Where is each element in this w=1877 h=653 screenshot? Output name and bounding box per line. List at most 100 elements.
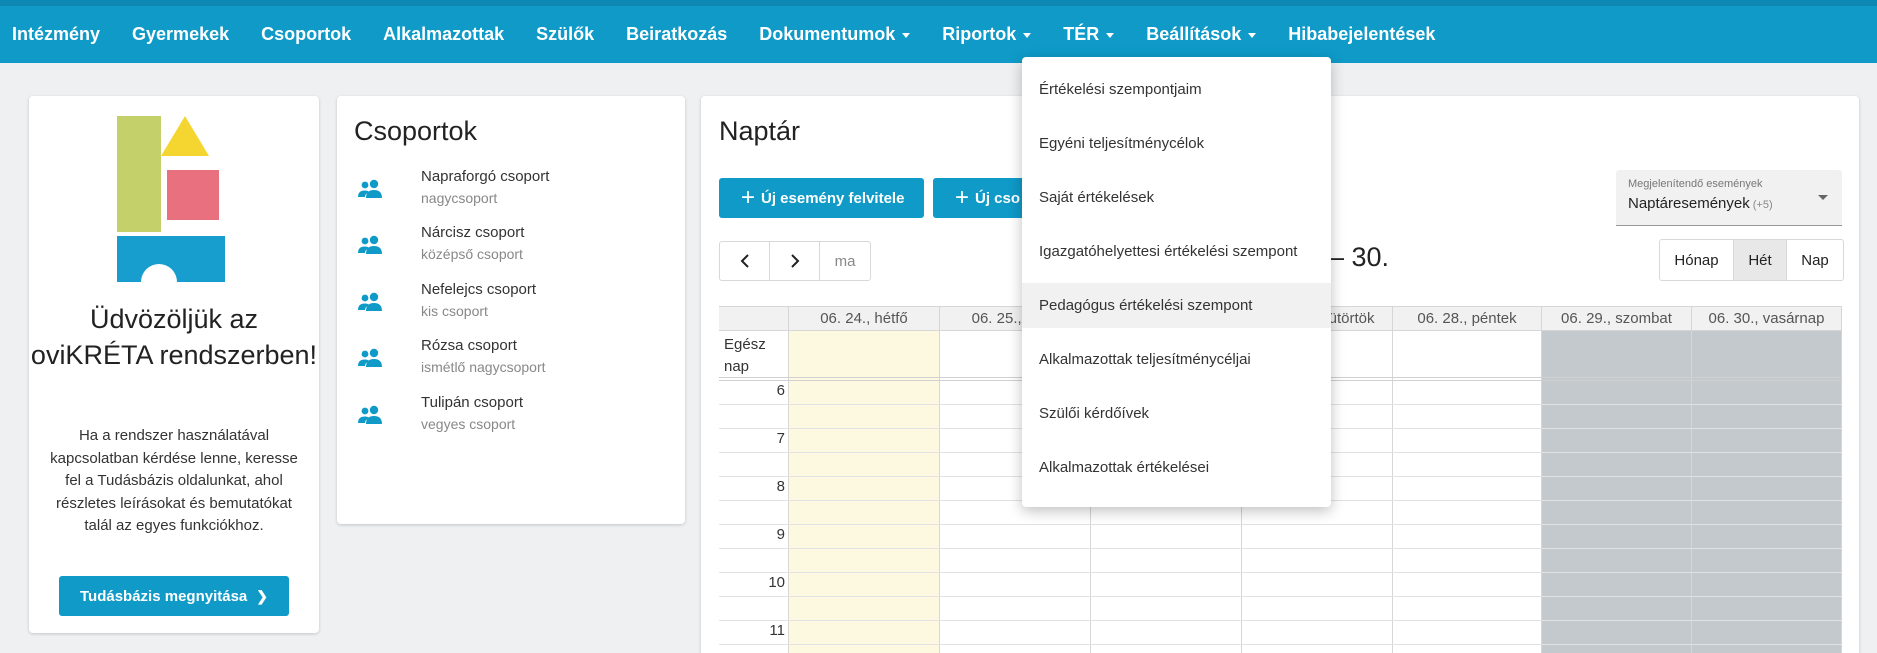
nav-item-alkalmazottak[interactable]: Alkalmazottak [367,24,520,45]
group-type: nagycsoport [421,190,498,206]
week-view-button[interactable]: Hét [1734,240,1787,280]
grid-line [719,644,1842,645]
group-icon [358,405,382,424]
nav-item-riportok[interactable]: Riportok [926,24,1047,45]
dropdown-item-sajat-ertekelesek[interactable]: Saját értékelések [1022,175,1331,220]
chevron-right-icon [790,254,799,268]
previous-week-button[interactable] [720,242,770,280]
day-header[interactable]: 06. 30., vasárnap [1692,307,1842,331]
month-view-button[interactable]: Hónap [1660,240,1734,280]
nav-item-label: Beállítások [1146,24,1242,44]
dropdown-item-alkalmazottak-teljesitmenyceljai[interactable]: Alkalmazottak teljesítménycéljai [1022,337,1331,382]
group-type: kis csoport [421,303,488,319]
group-item-narcisz-csoport[interactable]: Nárcisz csoport középső csoport [357,224,677,272]
grid-line [719,596,1842,597]
welcome-card: Üdvözöljük az oviKRÉTA rendszerben! Ha a… [29,96,319,633]
main-navigation: Intézmény Gyermekek Csoportok Alkalmazottak… [0,6,1877,63]
dropdown-item-egyeni-teljesitmenycelok[interactable]: Egyéni teljesítménycélok [1022,121,1331,166]
group-icon [358,179,382,198]
hour-label: 11 [769,622,785,639]
displayed-events-select[interactable]: Megjelenítendő események Naptáresemények… [1616,170,1842,226]
displayed-events-label: Megjelenítendő események [1628,178,1763,190]
group-name: Tulipán csoport [421,394,523,411]
time-column-header [719,307,789,331]
nav-item-label: Riportok [942,24,1017,44]
plus-icon: + [955,184,970,211]
chevron-right-icon: ❯ [256,587,268,604]
nav-item-beiratkozas[interactable]: Beiratkozás [610,24,743,45]
dropdown-item-szuloi-kerdoivek[interactable]: Szülői kérdőívek [1022,391,1331,436]
okreta-logo [117,116,225,282]
caret-down-icon [1106,33,1115,38]
new-event-button[interactable]: + Új esemény felvitele [719,178,924,218]
next-week-button[interactable] [770,242,820,280]
day-view-button[interactable]: Nap [1787,240,1843,280]
displayed-events-selected: Naptáresemények [1628,195,1750,212]
group-name: Nefelejcs csoport [421,281,537,298]
open-knowledge-base-button[interactable]: Tudásbázis megnyitása ❯ [59,576,289,616]
caret-down-icon [902,33,911,38]
nav-item-beallitasok[interactable]: Beállítások [1130,24,1272,45]
group-icon [358,235,382,254]
dropdown-item-ertekelesi-szempontjaim[interactable]: Értékelési szempontjaim [1022,67,1331,112]
group-type: ismétlő nagycsoport [421,359,546,375]
hour-label: 10 [768,574,785,591]
nav-item-label: Hibabejelentések [1288,24,1436,44]
group-item-napraforgo-csoport[interactable]: Napraforgó csoport nagycsoport [357,168,677,216]
group-item-tulipan-csoport[interactable]: Tulipán csoport vegyes csoport [357,394,677,442]
group-icon [358,348,382,367]
today-button[interactable]: ma [820,242,870,280]
all-day-label: Egész nap [724,336,766,375]
nav-item-szulok[interactable]: Szülők [520,24,610,45]
grid-line [719,572,1842,573]
hour-label: 6 [776,382,785,399]
nav-item-label: Gyermekek [132,24,230,44]
groups-card: Csoportok Napraforgó csoport nagycsoport N… [337,96,685,524]
nav-item-ter[interactable]: TÉR [1047,24,1130,45]
hour-label: 9 [776,526,785,543]
group-item-rozsa-csoport[interactable]: Rózsa csoport ismétlő nagycsoport [357,337,677,385]
nav-item-label: Szülők [536,24,595,44]
dropdown-item-igazgatohelyettesi-ertekelesi-szempont[interactable]: Igazgatóhelyettesi értékelési szempont [1022,229,1331,274]
displayed-events-value: Naptáresemények (+5) [1628,195,1773,212]
new-event-label: Új esemény felvitele [761,189,905,207]
group-name: Napraforgó csoport [421,168,550,185]
new-group-event-label: Új cso [975,189,1021,207]
nav-item-dokumentumok[interactable]: Dokumentumok [743,24,926,45]
group-icon [358,292,382,311]
welcome-text: Ha a rendszer használatával kapcsolatban… [50,427,298,534]
grid-line [719,524,1842,525]
date-range-title: – 30. [1329,242,1390,272]
knowledge-base-button-label: Tudásbázis megnyitása [79,587,248,605]
nav-item-csoportok[interactable]: Csoportok [245,24,367,45]
group-item-nefelejcs-csoport[interactable]: Nefelejcs csoport kis csoport [357,281,677,329]
dropdown-item-alkalmazottak-ertekelesei[interactable]: Alkalmazottak értékelései [1022,445,1331,490]
caret-down-icon [1023,33,1032,38]
dropdown-arrow-icon [1818,195,1828,200]
group-name: Nárcisz csoport [421,224,525,241]
nav-item-label: Alkalmazottak [383,24,505,44]
grid-line [719,548,1842,549]
caret-down-icon [1248,33,1257,38]
day-header[interactable]: 06. 28., péntek [1393,307,1542,331]
day-header[interactable]: 06. 24., hétfő [789,307,940,331]
displayed-events-extra-count: (+5) [1752,199,1773,211]
nav-item-hibabejelentesek[interactable]: Hibabejelentések [1272,24,1451,45]
dropdown-item-pedagogus-ertekelesi-szempont[interactable]: Pedagógus értékelési szempont [1022,283,1331,328]
nav-item-intezmeny[interactable]: Intézmény [0,24,116,45]
hour-label: 7 [776,430,785,447]
nav-item-label: Intézmény [12,24,101,44]
nav-item-label: TÉR [1063,24,1100,44]
chevron-left-icon [740,254,749,268]
grid-line [719,620,1842,621]
nav-item-label: Csoportok [261,24,352,44]
view-switcher: Hónap Hét Nap [1659,239,1844,281]
group-type: középső csoport [421,246,523,262]
ter-dropdown-menu: Értékelési szempontjaim Egyéni teljesítmé… [1022,57,1331,507]
group-name: Rózsa csoport [421,337,517,354]
plus-icon: + [741,184,756,211]
day-header[interactable]: 06. 29., szombat [1542,307,1692,331]
groups-title: Csoportok [354,116,478,146]
calendar-title: Naptár [719,116,801,146]
nav-item-gyermekek[interactable]: Gyermekek [116,24,245,45]
